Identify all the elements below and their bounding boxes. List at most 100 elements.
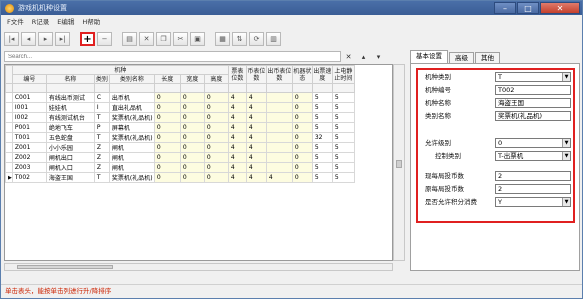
prev-record-icon[interactable]: ◂	[21, 32, 36, 46]
table-cell[interactable]: 五色蛇盘	[45, 132, 95, 143]
table-cell[interactable]	[265, 132, 293, 143]
table-cell[interactable]	[265, 162, 293, 173]
table-cell[interactable]: 0	[153, 152, 181, 163]
table-cell[interactable]: 4	[245, 122, 267, 133]
table-cell[interactable]: 0	[291, 122, 313, 133]
table-cell[interactable]: 0	[203, 92, 229, 103]
paste-icon[interactable]: ▣	[190, 32, 205, 46]
table-cell[interactable]	[265, 152, 293, 163]
table-cell[interactable]: 闸机	[108, 142, 155, 153]
add-record-button[interactable]: +	[80, 32, 95, 46]
col-header[interactable]: 出票速度	[311, 65, 333, 84]
table-cell[interactable]: T	[93, 132, 110, 143]
table-cell[interactable]: Z	[93, 162, 110, 173]
grid-icon[interactable]: ▥	[266, 32, 281, 46]
table-cell[interactable]: I001	[11, 102, 47, 113]
table-cell[interactable]	[265, 92, 293, 103]
table-cell[interactable]: 5	[311, 152, 333, 163]
table-cell[interactable]: 4	[227, 122, 247, 133]
filter-cell[interactable]	[331, 83, 355, 93]
table-cell[interactable]: 闸机入口	[45, 162, 95, 173]
table-cell[interactable]: 5	[331, 122, 355, 133]
table-cell[interactable]: 5	[311, 172, 333, 183]
table-cell[interactable]: 5	[331, 142, 355, 153]
table-cell[interactable]: 海盗王国	[45, 172, 95, 183]
table-cell[interactable]: 直出礼品机	[108, 102, 155, 113]
table-row[interactable]: T001 五色蛇盘 T 奖票机(礼品机) 0 0 0 4 4 0 32 5	[5, 132, 355, 143]
table-row[interactable]: ▶ T002 海盗王国 T 奖票机(礼品机) 0 0 0 4 4 4 0 5 5	[5, 172, 355, 183]
table-cell[interactable]: 4	[245, 102, 267, 113]
filter-cell[interactable]	[108, 83, 155, 93]
property-input[interactable]: 奖票机(礼品机)	[495, 111, 571, 121]
table-cell[interactable]	[265, 112, 293, 123]
table-cell[interactable]: 0	[179, 162, 205, 173]
table-cell[interactable]: 4	[245, 142, 267, 153]
table-cell[interactable]: 4	[227, 112, 247, 123]
table-cell[interactable]: 0	[179, 142, 205, 153]
table-cell[interactable]: 5	[331, 132, 355, 143]
table-cell[interactable]: 娃娃机	[45, 102, 95, 113]
table-cell[interactable]: 0	[179, 172, 205, 183]
table-cell[interactable]: P	[93, 122, 110, 133]
close-button[interactable]: ✕	[540, 2, 580, 14]
property-input[interactable]: 2	[495, 171, 571, 181]
table-cell[interactable]: 5	[311, 162, 333, 173]
table-cell[interactable]: 有线测试机台	[45, 112, 95, 123]
table-cell[interactable]: 5	[331, 162, 355, 173]
table-cell[interactable]: 0	[153, 112, 181, 123]
row-indicator[interactable]	[5, 142, 13, 153]
next-record-icon[interactable]: ▸	[38, 32, 53, 46]
menu-file[interactable]: F文件	[7, 16, 24, 26]
table-cell[interactable]: 4	[265, 172, 293, 183]
scroll-thumb[interactable]	[396, 160, 402, 168]
table-cell[interactable]: Z001	[11, 142, 47, 153]
table-cell[interactable]: 0	[291, 162, 313, 173]
col-header[interactable]: 编号	[11, 74, 47, 84]
table-cell[interactable]: T	[93, 172, 110, 183]
table-cell[interactable]: 4	[227, 162, 247, 173]
tab-advanced[interactable]: 高级	[449, 52, 474, 63]
col-header[interactable]: 类别	[93, 74, 110, 84]
table-cell[interactable]: 0	[291, 92, 313, 103]
table-cell[interactable]: 32	[311, 132, 333, 143]
filter-cell[interactable]	[45, 83, 95, 93]
table-cell[interactable]: 0	[153, 172, 181, 183]
table-cell[interactable]: 4	[227, 142, 247, 153]
table-cell[interactable]: 有线出币测试	[45, 92, 95, 103]
table-cell[interactable]: 4	[227, 152, 247, 163]
search-input[interactable]	[4, 51, 341, 62]
filter-icon[interactable]: ⇅	[232, 32, 247, 46]
remove-record-button[interactable]: −	[97, 32, 112, 46]
maximize-button[interactable]: □	[517, 2, 539, 14]
property-input[interactable]: T002	[495, 85, 571, 95]
table-cell[interactable]: 闸机	[108, 152, 155, 163]
table-cell[interactable]: T	[93, 112, 110, 123]
table-cell[interactable]: 0	[203, 112, 229, 123]
table-cell[interactable]: 奖票机(礼品机)	[108, 112, 155, 123]
edit-icon[interactable]: ▤	[122, 32, 137, 46]
filter-cell[interactable]	[93, 83, 110, 93]
filter-cell[interactable]	[311, 83, 333, 93]
table-row[interactable]: Z003 闸机入口 Z 闸机 0 0 0 4 4 0 5 5	[5, 162, 355, 173]
table-cell[interactable]: 4	[227, 92, 247, 103]
vertical-scrollbar[interactable]	[393, 64, 405, 261]
property-select[interactable]: Y ▼	[495, 197, 571, 207]
table-cell[interactable]: 5	[331, 112, 355, 123]
table-cell[interactable]: 0	[179, 152, 205, 163]
table-cell[interactable]: 0	[153, 92, 181, 103]
table-cell[interactable]: 0	[291, 172, 313, 183]
row-indicator[interactable]	[5, 152, 13, 163]
property-select[interactable]: T ▼	[495, 72, 571, 82]
menu-help[interactable]: H帮助	[82, 16, 100, 26]
table-cell[interactable]: 5	[311, 92, 333, 103]
search-prev-icon[interactable]: ▴	[356, 53, 371, 61]
table-cell[interactable]: 4	[245, 172, 267, 183]
table-cell[interactable]: 0	[153, 132, 181, 143]
row-indicator[interactable]	[5, 112, 13, 123]
col-header[interactable]: 宽度	[179, 74, 205, 84]
table-cell[interactable]: I002	[11, 112, 47, 123]
chevron-down-icon[interactable]: ▼	[562, 198, 570, 206]
table-cell[interactable]: 闸机	[108, 162, 155, 173]
table-cell[interactable]: 5	[331, 152, 355, 163]
row-indicator[interactable]: ▶	[5, 172, 13, 183]
